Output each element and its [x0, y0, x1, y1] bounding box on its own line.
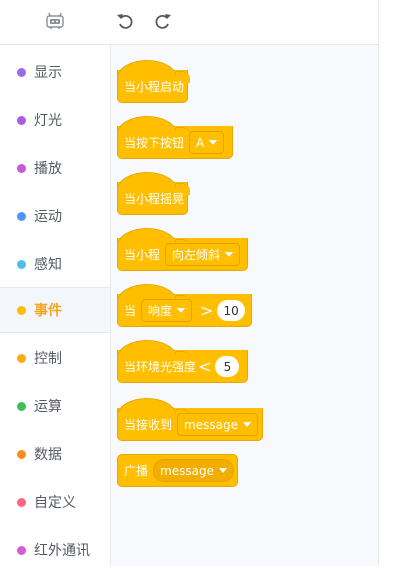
- category-data[interactable]: 数据: [0, 431, 110, 477]
- block-palette: 当小程启动 当按下按钮 A 当小程摇晃 当小程 向左倾斜 当 响度 > 10 当…: [111, 45, 378, 566]
- category-label: 播放: [34, 161, 62, 177]
- dropdown-value: 向左倾斜: [172, 248, 221, 262]
- threshold-input[interactable]: 10: [217, 300, 245, 321]
- category-dot: [17, 401, 26, 411]
- block-label: 当按下按钮: [124, 136, 185, 150]
- category-dot: [17, 305, 26, 315]
- dropdown-value: message: [184, 417, 238, 432]
- category-sensing[interactable]: 感知: [0, 241, 110, 287]
- category-lights[interactable]: 灯光: [0, 97, 110, 143]
- chevron-down-icon: [209, 140, 218, 145]
- category-label: 灯光: [34, 113, 62, 129]
- chevron-down-icon: [218, 468, 227, 473]
- dropdown-value: 响度: [148, 304, 173, 318]
- chevron-down-icon: [242, 422, 251, 427]
- category-dot: [17, 259, 26, 269]
- dropdown-value: A: [196, 135, 205, 150]
- redo-icon[interactable]: [152, 10, 174, 32]
- block-label: 广播: [124, 464, 149, 478]
- category-infrared[interactable]: 红外通讯: [0, 527, 110, 573]
- when-shaken-block[interactable]: 当小程摇晃: [117, 172, 190, 215]
- button-dropdown[interactable]: A: [189, 131, 225, 154]
- category-control[interactable]: 控制: [0, 335, 110, 381]
- when-button-pressed-block[interactable]: 当按下按钮 A: [117, 116, 233, 159]
- when-loudness-block[interactable]: 当 响度 > 10: [117, 284, 252, 327]
- category-dot: [17, 449, 26, 459]
- undo-icon[interactable]: [114, 10, 136, 32]
- operator-symbol: >: [200, 301, 214, 320]
- category-custom[interactable]: 自定义: [0, 479, 110, 525]
- block-label: 当环境光强度: [124, 360, 197, 374]
- block-label: 当小程启动: [124, 80, 185, 94]
- category-label: 数据: [34, 447, 62, 463]
- category-label: 控制: [34, 351, 62, 367]
- when-tilted-block[interactable]: 当小程 向左倾斜: [117, 228, 248, 271]
- operator-symbol: <: [198, 357, 212, 376]
- category-dot: [17, 163, 26, 173]
- category-operators[interactable]: 运算: [0, 383, 110, 429]
- category-events[interactable]: 事件: [0, 287, 110, 333]
- category-label: 感知: [34, 257, 62, 273]
- category-label: 事件: [34, 303, 62, 319]
- category-label: 显示: [34, 65, 62, 81]
- when-receive-message-block[interactable]: 当接收到 message: [117, 398, 263, 441]
- category-dot: [17, 497, 26, 507]
- block-label: 当: [124, 304, 137, 318]
- light-threshold-input[interactable]: 5: [215, 356, 240, 377]
- sensor-dropdown[interactable]: 响度: [141, 299, 193, 322]
- category-dot: [17, 67, 26, 77]
- category-label: 红外通讯: [34, 543, 90, 559]
- dropdown-value: message: [160, 463, 214, 478]
- category-dot: [17, 211, 26, 221]
- category-label: 自定义: [34, 495, 76, 511]
- message-dropdown[interactable]: message: [177, 413, 258, 436]
- category-dot: [17, 353, 26, 363]
- category-label: 运动: [34, 209, 62, 225]
- category-motion[interactable]: 运动: [0, 193, 110, 239]
- broadcast-message-dropdown[interactable]: message: [153, 459, 234, 482]
- category-dot: [17, 115, 26, 125]
- toolbar: [0, 0, 378, 45]
- block-label: 当小程摇晃: [124, 192, 185, 206]
- category-label: 运算: [34, 399, 62, 415]
- right-panel-edge: [378, 0, 400, 566]
- block-label: 当接收到: [124, 418, 173, 432]
- broadcast-block[interactable]: 广播 message: [117, 454, 238, 487]
- tilt-direction-dropdown[interactable]: 向左倾斜: [165, 243, 241, 266]
- chevron-down-icon: [177, 308, 186, 313]
- category-sidebar: 显示 灯光 播放 运动 感知 事件 控制 运算 数据 自定义 红外通讯: [0, 45, 111, 566]
- category-display[interactable]: 显示: [0, 49, 110, 95]
- chevron-down-icon: [225, 252, 234, 257]
- block-label: 当小程: [124, 248, 161, 262]
- category-sound[interactable]: 播放: [0, 145, 110, 191]
- when-light-intensity-block[interactable]: 当环境光强度 < 5: [117, 340, 248, 383]
- category-dot: [17, 545, 26, 555]
- robot-icon[interactable]: [44, 10, 66, 32]
- when-started-block[interactable]: 当小程启动: [117, 60, 190, 103]
